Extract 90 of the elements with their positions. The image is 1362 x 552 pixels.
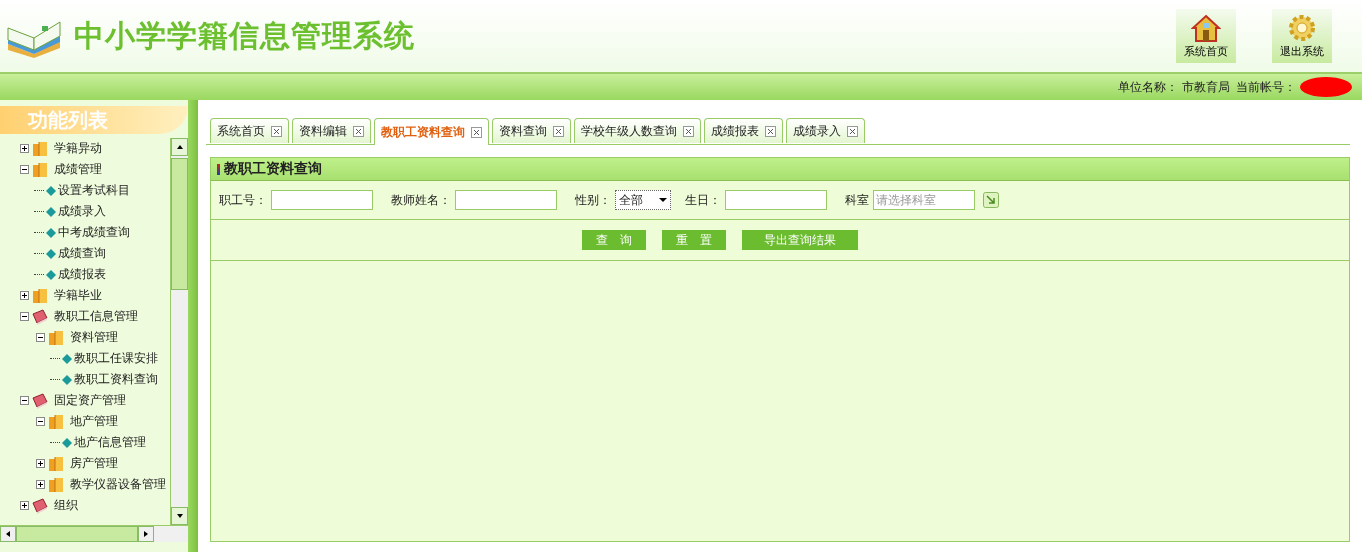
close-icon[interactable] xyxy=(471,126,482,138)
system-title: 中小学学籍信息管理系统 xyxy=(74,16,415,55)
expander-icon[interactable] xyxy=(36,417,45,426)
horizontal-scrollbar[interactable] xyxy=(0,525,188,542)
diamond-icon xyxy=(46,269,56,280)
gender-select[interactable]: 全部 xyxy=(615,190,671,210)
tab[interactable]: 成绩报表 xyxy=(704,118,783,143)
tree-item[interactable]: 资料管理 xyxy=(70,329,118,346)
diamond-icon xyxy=(62,374,72,385)
dropdown-arrow-icon xyxy=(659,196,667,204)
expander-icon[interactable] xyxy=(36,333,45,342)
tab[interactable]: 资料查询 xyxy=(492,118,571,143)
boxes-icon xyxy=(31,160,49,179)
header-button[interactable]: 系统首页 xyxy=(1176,9,1236,63)
boxes-icon xyxy=(31,139,49,158)
down-arrow-icon[interactable] xyxy=(175,512,184,520)
vertical-scrollbar[interactable] xyxy=(170,138,188,525)
tree-item[interactable]: 学籍异动 xyxy=(54,140,102,157)
sidebar-title: 功能列表 xyxy=(0,106,188,134)
input-field[interactable] xyxy=(455,190,557,210)
diamond-icon xyxy=(46,248,56,259)
book-icon xyxy=(31,391,49,410)
boxes-icon xyxy=(47,412,65,431)
boxes-icon xyxy=(47,454,65,473)
close-icon[interactable] xyxy=(847,125,858,137)
department-field[interactable]: 请选择科室 xyxy=(873,190,975,210)
tree-item[interactable]: 中考成绩查询 xyxy=(58,224,130,241)
tree-item[interactable]: 固定资产管理 xyxy=(54,392,126,409)
tree-item[interactable]: 教学仪器设备管理 xyxy=(70,476,166,493)
unit-name: 市教育局 xyxy=(1182,78,1230,96)
boxes-icon xyxy=(47,328,65,347)
expander-icon[interactable] xyxy=(36,480,45,489)
house-icon xyxy=(1191,14,1221,42)
expander-icon[interactable] xyxy=(20,144,29,153)
boxes-icon xyxy=(31,286,49,305)
close-icon[interactable] xyxy=(353,125,364,137)
boxes-icon xyxy=(47,475,65,494)
tree-item[interactable]: 学籍毕业 xyxy=(54,287,102,304)
tree-item[interactable]: 成绩录入 xyxy=(58,203,106,220)
input-field[interactable] xyxy=(271,190,373,210)
diamond-icon xyxy=(46,206,56,217)
account-label: 当前帐号： xyxy=(1236,78,1296,96)
tree-item[interactable]: 设置考试科目 xyxy=(58,182,130,199)
expander-icon[interactable] xyxy=(20,396,29,405)
right-arrow-icon[interactable] xyxy=(142,530,150,538)
marker-icon xyxy=(217,163,220,175)
tree-item[interactable]: 教职工任课安排 xyxy=(74,350,158,367)
diamond-icon xyxy=(46,185,56,196)
tab[interactable]: 学校年级人数查询 xyxy=(574,118,701,143)
field-label: 科室 xyxy=(845,191,869,209)
expander-icon[interactable] xyxy=(20,291,29,300)
tree-item[interactable]: 成绩管理 xyxy=(54,161,102,178)
up-arrow-icon[interactable] xyxy=(175,143,184,151)
tree-item[interactable]: 地产信息管理 xyxy=(74,434,146,451)
tree-item[interactable]: 组织 xyxy=(54,497,78,514)
tab[interactable]: 教职工资料查询 xyxy=(374,118,489,145)
diamond-icon xyxy=(62,353,72,364)
tree-item[interactable]: 成绩查询 xyxy=(58,245,106,262)
gear-icon xyxy=(1287,14,1317,42)
tree-item[interactable]: 教职工信息管理 xyxy=(54,308,138,325)
diamond-icon xyxy=(46,227,56,238)
field-label: 性别： xyxy=(575,191,611,209)
picker-icon[interactable] xyxy=(983,192,999,208)
expander-icon[interactable] xyxy=(20,501,29,510)
expander-icon[interactable] xyxy=(36,459,45,468)
field-label: 教师姓名： xyxy=(391,191,451,209)
close-icon[interactable] xyxy=(683,125,694,137)
tab[interactable]: 资料编辑 xyxy=(292,118,371,143)
tab[interactable]: 成绩录入 xyxy=(786,118,865,143)
close-icon[interactable] xyxy=(271,125,282,137)
tree-item[interactable]: 地产管理 xyxy=(70,413,118,430)
tree-item[interactable]: 成绩报表 xyxy=(58,266,106,283)
unit-label: 单位名称： xyxy=(1118,78,1178,96)
diamond-icon xyxy=(62,437,72,448)
field-label: 生日： xyxy=(685,191,721,209)
expander-icon[interactable] xyxy=(20,312,29,321)
close-icon[interactable] xyxy=(765,125,776,137)
left-arrow-icon[interactable] xyxy=(4,530,12,538)
tab[interactable]: 系统首页 xyxy=(210,118,289,143)
expander-icon[interactable] xyxy=(20,165,29,174)
field-label: 职工号： xyxy=(219,191,267,209)
header-button[interactable]: 退出系统 xyxy=(1272,9,1332,63)
redaction-mark xyxy=(1300,77,1352,97)
input-field[interactable] xyxy=(725,190,827,210)
book-icon xyxy=(31,307,49,326)
book-icon xyxy=(31,496,49,515)
close-icon[interactable] xyxy=(553,125,564,137)
tree-item[interactable]: 房产管理 xyxy=(70,455,118,472)
tree-item[interactable]: 教职工资料查询 xyxy=(74,371,158,388)
panel-title: 教职工资料查询 xyxy=(224,160,322,178)
